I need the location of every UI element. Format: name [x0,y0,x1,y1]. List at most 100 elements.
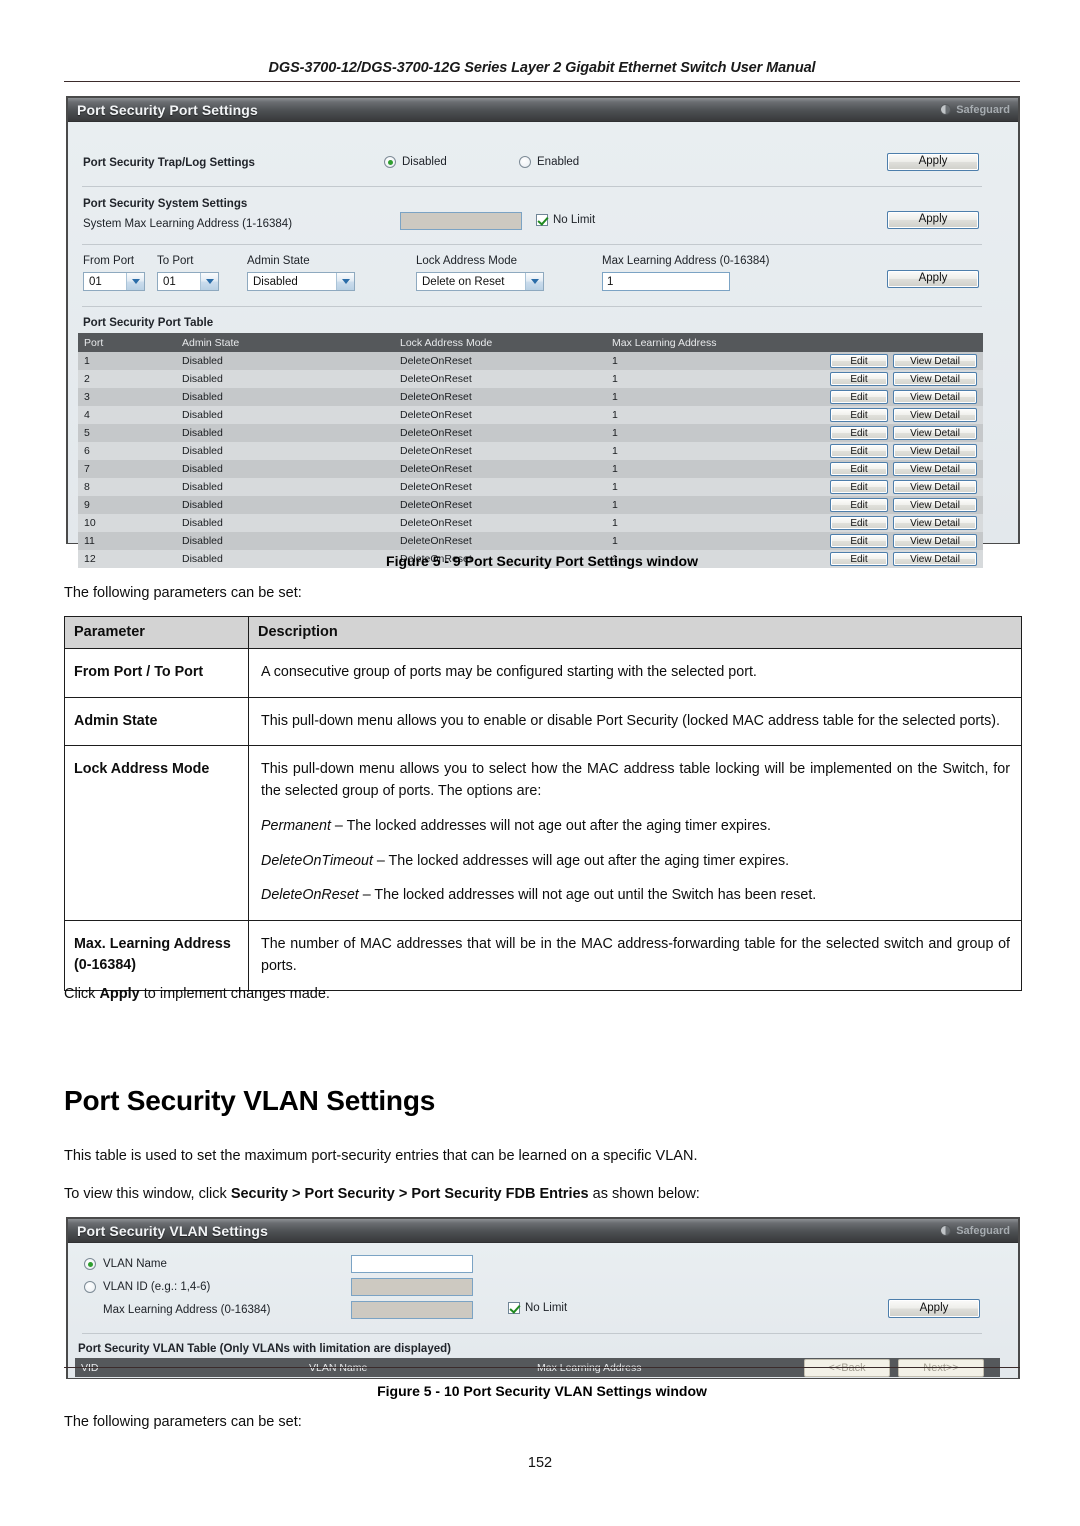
view-detail-button[interactable]: View Detail [893,408,977,422]
vlan-name-radio[interactable] [84,1258,96,1270]
chevron-down-icon[interactable] [525,273,543,290]
table-row: 9 Disabled DeleteOnReset 1 Edit View Detail [78,496,983,514]
view-detail-button[interactable]: View Detail [893,534,977,548]
cell-admin-state: Disabled [176,406,394,424]
trap-log-disabled-radio-group[interactable]: Disabled [384,156,447,168]
col-actions [818,333,983,352]
parameter-row: From Port / To Port A consecutive group o… [64,648,1022,698]
figure-5-10-caption: Figure 5 - 10 Port Security VLAN Setting… [377,1383,707,1399]
cell-row-actions: Edit View Detail [818,370,983,388]
trap-log-disabled-label: Disabled [402,156,447,168]
from-port-select[interactable]: 01 [83,272,145,291]
chevron-down-icon[interactable] [200,273,218,290]
table-row: 2 Disabled DeleteOnReset 1 Edit View Detail [78,370,983,388]
table-row: 1 Disabled DeleteOnReset 1 Edit View Detail [78,352,983,370]
vlan-max-learning-input[interactable] [351,1301,473,1319]
trap-log-enabled-radio-group[interactable]: Enabled [519,156,579,168]
parameters-col-parameter: Parameter [64,616,249,649]
cell-row-actions: Edit View Detail [818,406,983,424]
view-detail-button[interactable]: View Detail [893,390,977,404]
intro-text-2: The following parameters can be set: [64,1414,302,1430]
cell-admin-state: Disabled [176,496,394,514]
click-apply-bold: Apply [99,986,140,1002]
cell-port: 3 [78,388,176,406]
vlan-window-title: Port Security VLAN Settings [77,1222,268,1239]
system-max-learning-input[interactable] [400,212,522,230]
cell-lock-address-mode: DeleteOnReset [394,352,606,370]
vlan-back-button[interactable]: <<Back [804,1359,890,1377]
table-row: 8 Disabled DeleteOnReset 1 Edit View Detail [78,478,983,496]
parameters-table-body: From Port / To Port A consecutive group o… [64,648,1022,992]
trap-log-disabled-radio[interactable] [384,156,396,168]
edit-button[interactable]: Edit [830,408,888,422]
chevron-down-icon[interactable] [126,273,144,290]
cell-row-actions: Edit View Detail [818,388,983,406]
cell-port: 2 [78,370,176,388]
edit-button[interactable]: Edit [830,534,888,548]
edit-button[interactable]: Edit [830,372,888,386]
system-no-limit-checkbox[interactable] [536,214,548,226]
cell-lock-address-mode: DeleteOnReset [394,532,606,550]
port-security-vlan-settings-window: Port Security VLAN Settings Safeguard VL… [66,1217,1020,1379]
max-learning-address-label: Max Learning Address (0-16384) [602,255,770,267]
parameters-table: Parameter Description From Port / To Por… [64,616,1022,992]
view-detail-button[interactable]: View Detail [893,462,977,476]
vlan-id-radio-group[interactable]: VLAN ID (e.g.: 1,4-6) [84,1281,210,1293]
vlan-name-input[interactable] [351,1255,473,1273]
edit-button[interactable]: Edit [830,426,888,440]
vlan-no-limit-checkbox[interactable] [508,1302,520,1314]
cell-row-actions: Edit View Detail [818,442,983,460]
max-learning-address-input[interactable]: 1 [602,272,730,291]
cell-lock-address-mode: DeleteOnReset [394,478,606,496]
edit-button[interactable]: Edit [830,516,888,530]
col-lock-address-mode: Lock Address Mode [394,333,606,352]
vlan-apply-button[interactable]: Apply [888,1299,980,1318]
view-detail-button[interactable]: View Detail [893,516,977,530]
page-title-port-security-vlan-settings: Port Security VLAN Settings [64,1085,436,1116]
port-config-apply-button[interactable]: Apply [887,270,979,288]
edit-button[interactable]: Edit [830,444,888,458]
view-detail-button[interactable]: View Detail [893,480,977,494]
edit-button[interactable]: Edit [830,480,888,494]
vlan-next-button[interactable]: Next>> [898,1359,984,1377]
view-detail-button[interactable]: View Detail [893,354,977,368]
vlan-path-prefix: To view this window, click [64,1186,231,1202]
to-port-select[interactable]: 01 [157,272,219,291]
cell-lock-address-mode: DeleteOnReset [394,424,606,442]
view-detail-button[interactable]: View Detail [893,444,977,458]
edit-button[interactable]: Edit [830,462,888,476]
cell-lock-address-mode: DeleteOnReset [394,442,606,460]
parameter-row: Admin State This pull-down menu allows yo… [64,696,1022,747]
cell-port: 11 [78,532,176,550]
vlan-id-input[interactable] [351,1278,473,1296]
system-settings-apply-button[interactable]: Apply [887,211,979,229]
edit-button[interactable]: Edit [830,354,888,368]
vlan-id-radio[interactable] [84,1281,96,1293]
cell-lock-address-mode: DeleteOnReset [394,406,606,424]
cell-admin-state: Disabled [176,352,394,370]
system-no-limit-checkbox-group[interactable]: No Limit [536,214,595,226]
system-no-limit-label: No Limit [553,214,596,226]
vlan-no-limit-checkbox-group[interactable]: No Limit [508,1302,567,1314]
admin-state-select[interactable]: Disabled [247,272,355,291]
cell-admin-state: Disabled [176,514,394,532]
cell-max-learning-address: 1 [606,532,818,550]
cell-port: 8 [78,478,176,496]
lock-address-mode-select[interactable]: Delete on Reset [416,272,544,291]
cell-max-learning-address: 1 [606,352,818,370]
system-max-learning-label: System Max Learning Address (1-16384) [83,218,293,230]
view-detail-button[interactable]: View Detail [893,372,977,386]
view-detail-button[interactable]: View Detail [893,426,977,440]
cell-port: 1 [78,352,176,370]
trap-log-enabled-radio[interactable] [519,156,531,168]
vlan-name-radio-group[interactable]: VLAN Name [84,1258,167,1270]
table-row: 3 Disabled DeleteOnReset 1 Edit View Detail [78,388,983,406]
chevron-down-icon[interactable] [336,273,354,290]
page-header: DGS-3700-12/DGS-3700-12G Series Layer 2 … [64,60,1020,82]
cell-row-actions: Edit View Detail [818,424,983,442]
edit-button[interactable]: Edit [830,390,888,404]
trap-log-apply-button[interactable]: Apply [887,153,979,171]
edit-button[interactable]: Edit [830,498,888,512]
view-detail-button[interactable]: View Detail [893,498,977,512]
port-security-port-settings-window: Port Security Port Settings Safeguard Po… [66,96,1020,568]
